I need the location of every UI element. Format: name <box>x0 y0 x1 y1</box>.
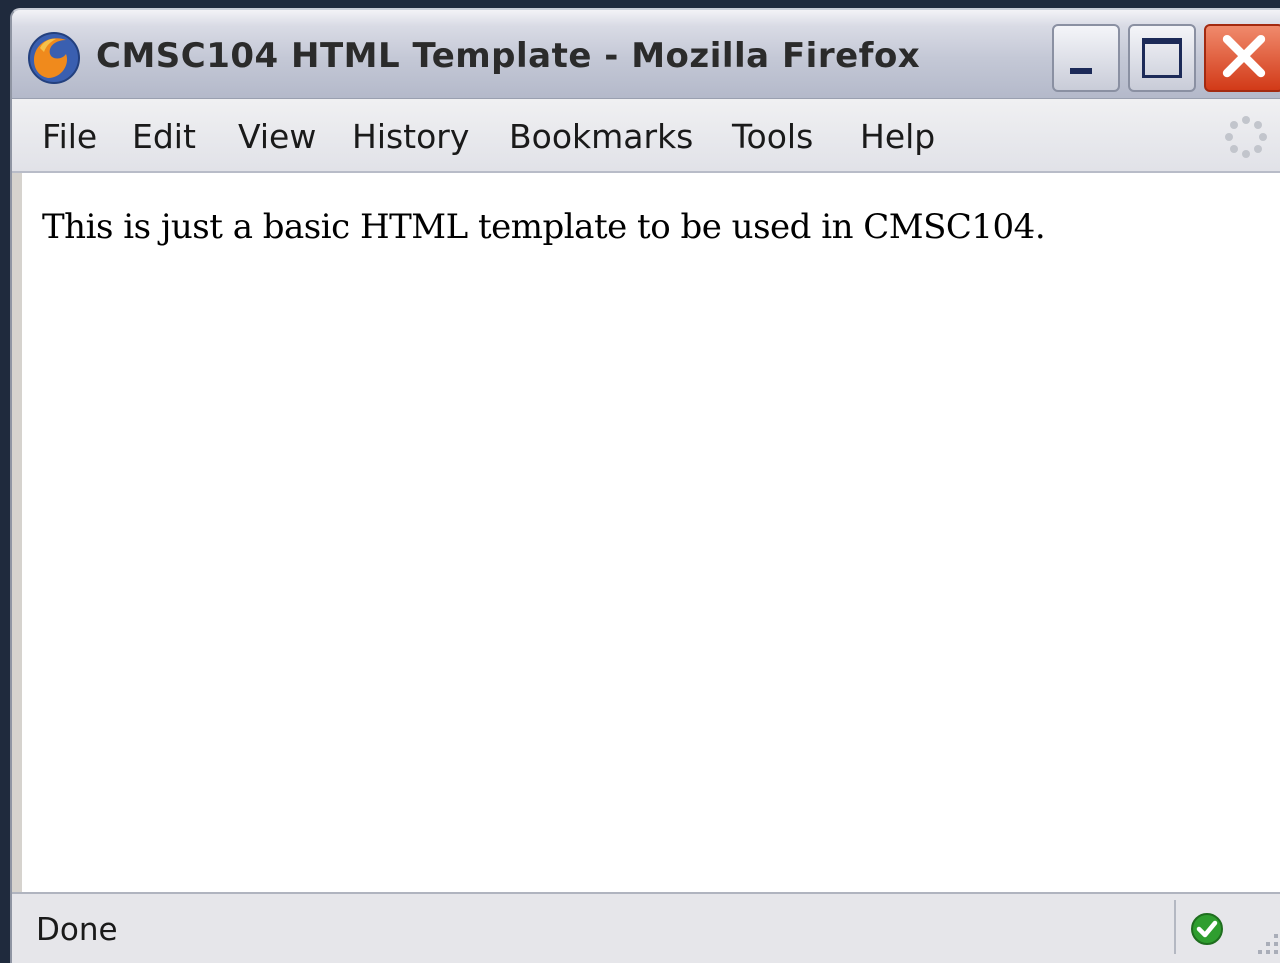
menu-help[interactable]: Help <box>860 117 935 156</box>
status-divider <box>1174 900 1176 954</box>
menu-bookmarks[interactable]: Bookmarks <box>509 117 693 156</box>
menu-view[interactable]: View <box>238 117 316 156</box>
menu-file[interactable]: File <box>42 117 97 156</box>
maximize-icon <box>1142 38 1182 78</box>
status-bar: Done <box>12 892 1280 963</box>
close-icon <box>1222 34 1266 78</box>
browser-window: CMSC104 HTML Template - Mozilla Firefox … <box>10 8 1280 963</box>
title-bar[interactable]: CMSC104 HTML Template - Mozilla Firefox <box>12 10 1280 99</box>
status-text: Done <box>36 912 118 948</box>
close-button[interactable] <box>1204 24 1280 92</box>
throbber-icon <box>1225 116 1267 158</box>
menu-bar: File Edit View History Bookmarks Tools H… <box>12 99 1280 173</box>
menu-edit[interactable]: Edit <box>132 117 196 156</box>
checkmark-icon <box>1191 913 1223 945</box>
minimize-icon <box>1070 68 1092 74</box>
minimize-button[interactable] <box>1052 24 1120 92</box>
menu-history[interactable]: History <box>352 117 469 156</box>
menu-tools[interactable]: Tools <box>732 117 813 156</box>
resize-grip-icon[interactable] <box>1244 924 1280 960</box>
firefox-icon <box>28 32 80 84</box>
maximize-button[interactable] <box>1128 24 1196 92</box>
page-text: This is just a basic HTML template to be… <box>42 207 1046 247</box>
window-title: CMSC104 HTML Template - Mozilla Firefox <box>96 36 921 76</box>
page-content: This is just a basic HTML template to be… <box>22 173 1280 893</box>
